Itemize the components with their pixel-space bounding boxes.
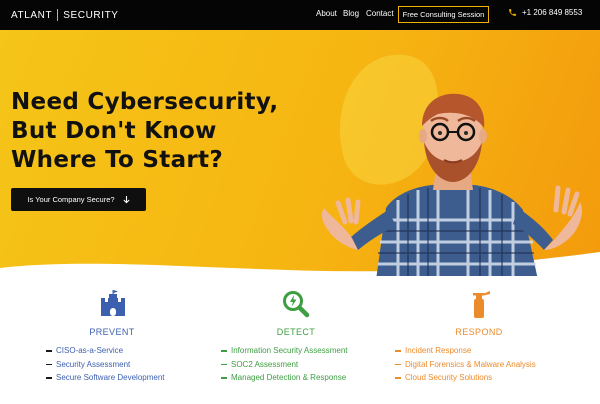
- dash-icon: [46, 377, 52, 379]
- hero-heading: Need Cybersecurity, But Don't Know Where…: [11, 89, 279, 173]
- company-secure-button[interactable]: Is Your Company Secure?: [11, 188, 146, 211]
- service-link: Secure Software Development: [56, 373, 165, 382]
- list-item[interactable]: SOC2 Assessment: [221, 358, 348, 372]
- prevent-title: PREVENT: [89, 327, 135, 337]
- prevent-list: CISO-as-a-Service Security Assessment Se…: [46, 344, 165, 385]
- dash-icon: [221, 363, 227, 365]
- hero-section: Need Cybersecurity, But Don't Know Where…: [0, 30, 600, 276]
- free-consulting-button[interactable]: Free Consulting Session: [398, 6, 489, 23]
- respond-list: Incident Response Digital Forensics & Ma…: [395, 344, 536, 385]
- dash-icon: [46, 363, 52, 365]
- services-section: PREVENT CISO-as-a-Service Security Asses…: [0, 276, 600, 404]
- phone-number: +1 206 849 8553: [522, 8, 583, 17]
- fire-extinguisher-icon: [473, 291, 490, 318]
- list-item[interactable]: Cloud Security Solutions: [395, 371, 536, 385]
- dash-icon: [46, 350, 52, 352]
- dash-icon: [221, 350, 227, 352]
- list-item[interactable]: CISO-as-a-Service: [46, 344, 165, 358]
- phone-icon: [509, 9, 516, 16]
- list-item[interactable]: Incident Response: [395, 344, 536, 358]
- service-link: SOC2 Assessment: [231, 359, 299, 369]
- list-item[interactable]: Secure Software Development: [46, 371, 165, 385]
- site-logo[interactable]: ATLANT SECURITY: [11, 9, 119, 21]
- phone-link[interactable]: +1 206 849 8553: [508, 8, 582, 17]
- shrugging-man-illustration: [321, 93, 583, 276]
- arrow-down-icon: [123, 195, 130, 203]
- dash-icon: [221, 377, 227, 379]
- nav-link-about[interactable]: About: [316, 9, 337, 18]
- list-item[interactable]: Security Assessment: [46, 358, 165, 372]
- respond-title: RESPOND: [455, 327, 503, 337]
- logo-word-security: SECURITY: [63, 9, 119, 21]
- service-link: Digital Forensics & Malware Analysis: [405, 359, 536, 369]
- service-link: CISO-as-a-Service: [56, 346, 124, 355]
- nav-link-blog[interactable]: Blog: [343, 9, 359, 18]
- nav-link-contact[interactable]: Contact: [366, 9, 394, 18]
- detect-title: DETECT: [276, 327, 316, 337]
- service-link: Security Assessment: [56, 359, 131, 369]
- service-link: Managed Detection & Response: [231, 373, 347, 382]
- detect-list: Information Security Assessment SOC2 Ass…: [221, 344, 348, 385]
- list-item[interactable]: Digital Forensics & Malware Analysis: [395, 358, 536, 372]
- logo-word-atlant: ATLANT: [11, 9, 53, 21]
- dash-icon: [395, 377, 401, 379]
- magnifier-bolt-icon: [283, 291, 310, 318]
- top-navbar: ATLANT SECURITY About Blog Contact Free …: [0, 0, 600, 30]
- list-item[interactable]: Managed Detection & Response: [221, 371, 348, 385]
- company-secure-label: Is Your Company Secure?: [27, 195, 115, 204]
- service-link: Incident Response: [405, 346, 472, 355]
- dash-icon: [395, 363, 401, 365]
- dash-icon: [395, 350, 401, 352]
- logo-divider: [57, 9, 59, 21]
- list-item[interactable]: Information Security Assessment: [221, 344, 348, 358]
- castle-icon: [101, 290, 125, 316]
- service-link: Cloud Security Solutions: [405, 373, 493, 382]
- service-link: Information Security Assessment: [231, 346, 348, 355]
